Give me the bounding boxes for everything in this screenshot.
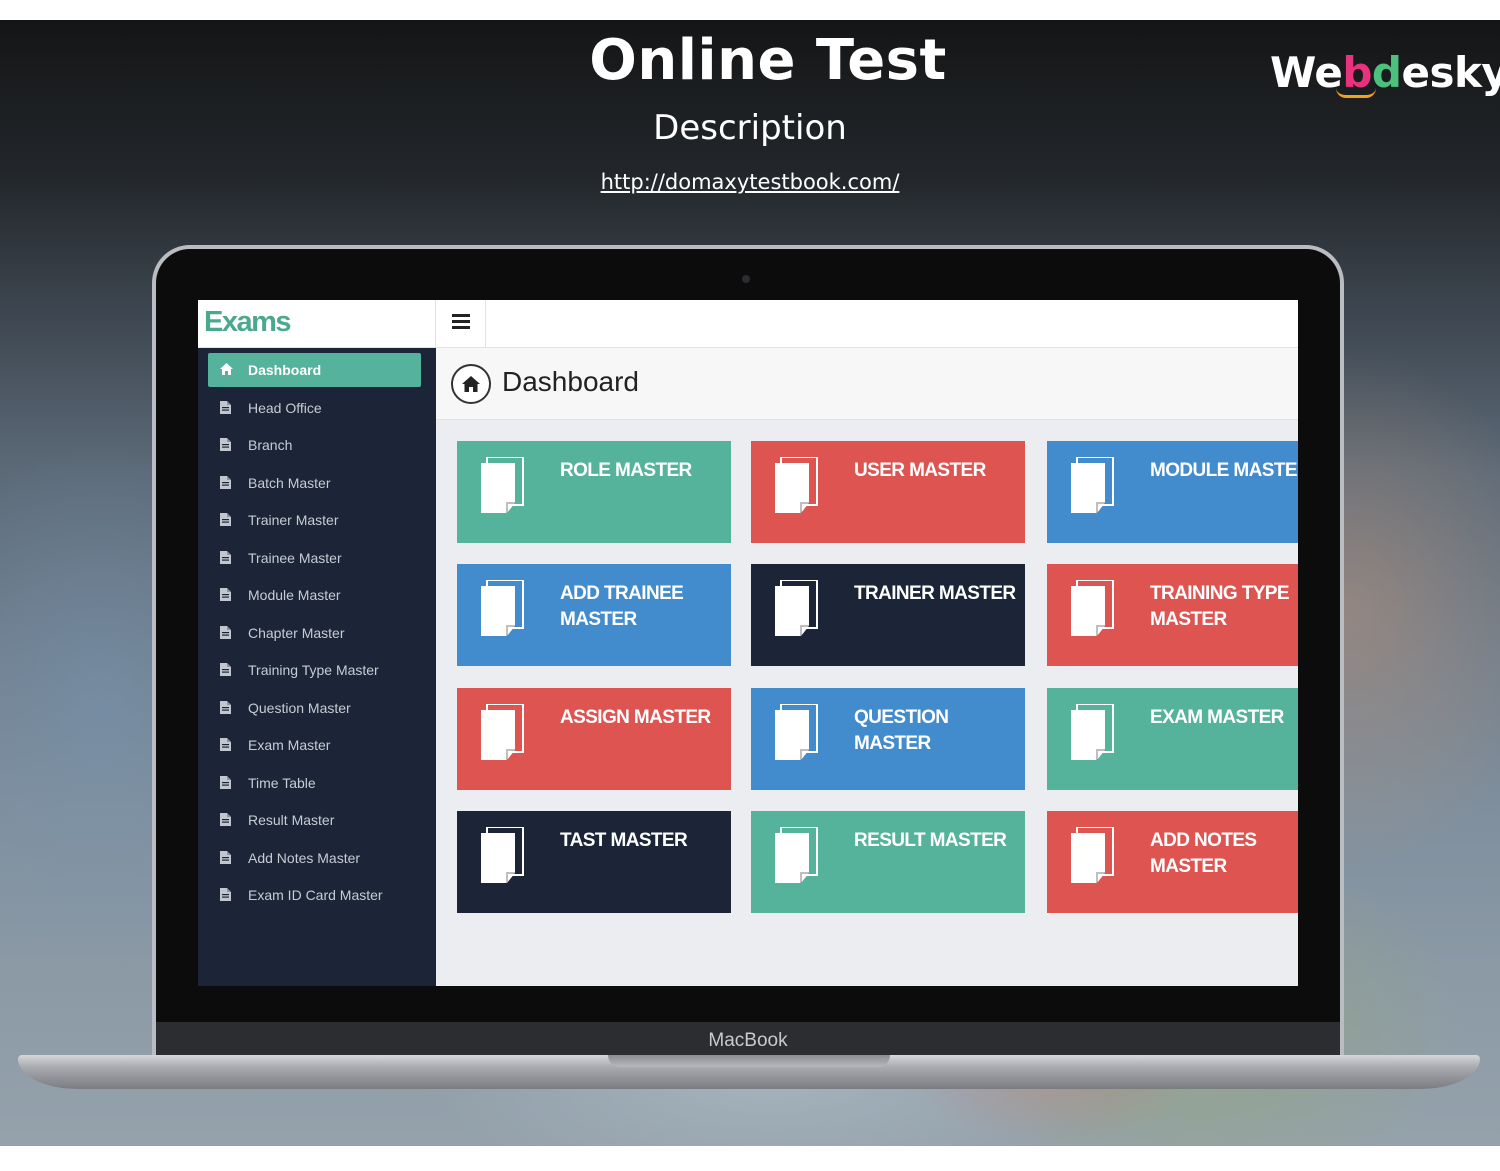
tile-label: ADD NOTES MASTER [1150, 830, 1257, 877]
tile-assign-master[interactable]: ASSIGN MASTER [457, 688, 731, 790]
sidebar-item-label: Time Table [248, 774, 316, 791]
sidebar-item-dashboard[interactable]: Dashboard [208, 353, 421, 387]
file-icon [220, 625, 231, 639]
sidebar-item-label: Exam Master [248, 737, 331, 753]
sidebar-item-chapter-master[interactable]: Chapter Master [208, 616, 421, 650]
tile-tast-master[interactable]: TAST MASTER [457, 811, 731, 913]
sidebar-item-question-master[interactable]: Question Master [208, 691, 421, 725]
file-icon [220, 813, 231, 826]
tile-label: RESULT MASTER [854, 830, 1007, 851]
page-title: Dashboard [502, 366, 639, 397]
tile-add-notes-master[interactable]: ADD NOTES MASTER [1047, 811, 1298, 913]
document-icon [775, 826, 821, 885]
file-icon [220, 850, 231, 864]
logo-area: Exams [198, 300, 436, 348]
document-icon [775, 456, 821, 515]
slide-subtitle: Description [653, 108, 847, 148]
webcam [742, 275, 750, 283]
sidebar-item-label: Exam ID Card Master [248, 887, 383, 903]
sidebar-item-exam-id-card-master[interactable]: Exam ID Card Master [208, 878, 421, 912]
sidebar-item-module-master[interactable]: Module Master [208, 578, 421, 612]
sidebar-item-label: Training Type Master [248, 662, 379, 678]
sidebar-item-label: Trainer Master [248, 512, 339, 528]
laptop-notch [608, 1055, 890, 1067]
file-icon [220, 550, 231, 564]
sidebar-item-batch-master[interactable]: Batch Master [208, 466, 421, 500]
menu-toggle-button[interactable] [436, 300, 486, 348]
file-icon [220, 888, 231, 901]
website-link[interactable]: http://domaxytestbook.com/ [601, 170, 900, 194]
device-label: MacBook [708, 1030, 788, 1051]
sidebar-item-training-type-master[interactable]: Training Type Master [208, 653, 421, 687]
document-icon [775, 579, 821, 638]
document-icon [481, 456, 527, 515]
sidebar-item-exam-master[interactable]: Exam Master [208, 728, 421, 762]
tile-label: ADD TRAINEE MASTER [560, 583, 684, 630]
sidebar-item-time-table[interactable]: Time Table [208, 766, 421, 800]
tile-user-master[interactable]: USER MASTER [751, 441, 1025, 543]
sidebar-item-label: Module Master [248, 587, 341, 603]
tile-role-master[interactable]: ROLE MASTER [457, 441, 731, 543]
file-icon [220, 700, 231, 714]
sidebar-item-label: Branch [248, 437, 293, 453]
tile-module-master[interactable]: MODULE MASTER [1047, 441, 1298, 543]
tile-label: TRAINING TYPE MASTER [1150, 583, 1290, 630]
sidebar-item-label: Dashboard [248, 362, 322, 378]
tile-exam-master[interactable]: EXAM MASTER [1047, 688, 1298, 790]
sidebar-item-label: Question Master [248, 699, 351, 716]
brand-logo: Webdesky [1270, 48, 1500, 97]
sidebar-item-label: Add Notes Master [248, 849, 361, 866]
top-navbar: Exams [198, 300, 1298, 348]
sidebar-item-head-office[interactable]: Head Office [208, 391, 421, 425]
document-icon [481, 826, 527, 885]
document-icon [1071, 703, 1117, 762]
tile-result-master[interactable]: RESULT MASTER [751, 811, 1025, 913]
sidebar-item-trainee-master[interactable]: Trainee Master [208, 541, 421, 575]
page-header: Dashboard [436, 348, 1298, 420]
tile-label: EXAM MASTER [1150, 707, 1284, 728]
sidebar-item-add-notes-master[interactable]: Add Notes Master [208, 841, 421, 875]
tile-label: ROLE MASTER [560, 460, 692, 481]
tile-label: ASSIGN MASTER [560, 707, 711, 728]
brand-smile-mark [1336, 88, 1376, 98]
tile-label: TRAINER MASTER [854, 583, 1016, 604]
sidebar-item-result-master[interactable]: Result Master [208, 803, 421, 837]
sidebar-item-branch[interactable]: Branch [208, 428, 421, 462]
home-icon [451, 364, 491, 404]
app-screen: Exams Dashboard Head Office Branch Batch Ma… [198, 300, 1298, 986]
document-icon [481, 703, 527, 762]
sidebar-item-label: Result Master [248, 812, 335, 828]
sidebar-item-label: Trainee Master [248, 549, 342, 566]
tile-training-type-master[interactable]: TRAINING TYPE MASTER [1047, 564, 1298, 666]
tile-label: MODULE MASTER [1150, 460, 1298, 481]
tile-add-trainee-master[interactable]: ADD TRAINEE MASTER [457, 564, 731, 666]
home-icon [220, 363, 233, 376]
file-icon [220, 775, 231, 789]
sidebar: Dashboard Head Office Branch Batch Master Tr… [198, 348, 436, 986]
file-icon [220, 400, 231, 414]
tile-trainer-master[interactable]: TRAINER MASTER [751, 564, 1025, 666]
tile-label: USER MASTER [854, 460, 986, 481]
document-icon [1071, 456, 1117, 515]
file-icon [220, 588, 231, 601]
document-icon [1071, 826, 1117, 885]
file-icon [220, 475, 231, 489]
tile-question-master[interactable]: QUESTION MASTER [751, 688, 1025, 790]
tile-label: TAST MASTER [560, 830, 688, 851]
file-icon [220, 663, 231, 676]
sidebar-item-label: Head Office [248, 399, 322, 416]
file-icon [220, 438, 231, 451]
sidebar-item-trainer-master[interactable]: Trainer Master [208, 503, 421, 537]
sidebar-item-label: Chapter Master [248, 624, 345, 641]
document-icon [481, 579, 527, 638]
hamburger-icon [452, 314, 470, 317]
sidebar-item-label: Batch Master [248, 474, 331, 491]
tile-label: QUESTION MASTER [854, 707, 949, 754]
file-icon [220, 738, 231, 751]
app-logo[interactable]: Exams [204, 306, 292, 339]
file-icon [220, 513, 231, 526]
document-icon [1071, 579, 1117, 638]
document-icon [775, 703, 821, 762]
